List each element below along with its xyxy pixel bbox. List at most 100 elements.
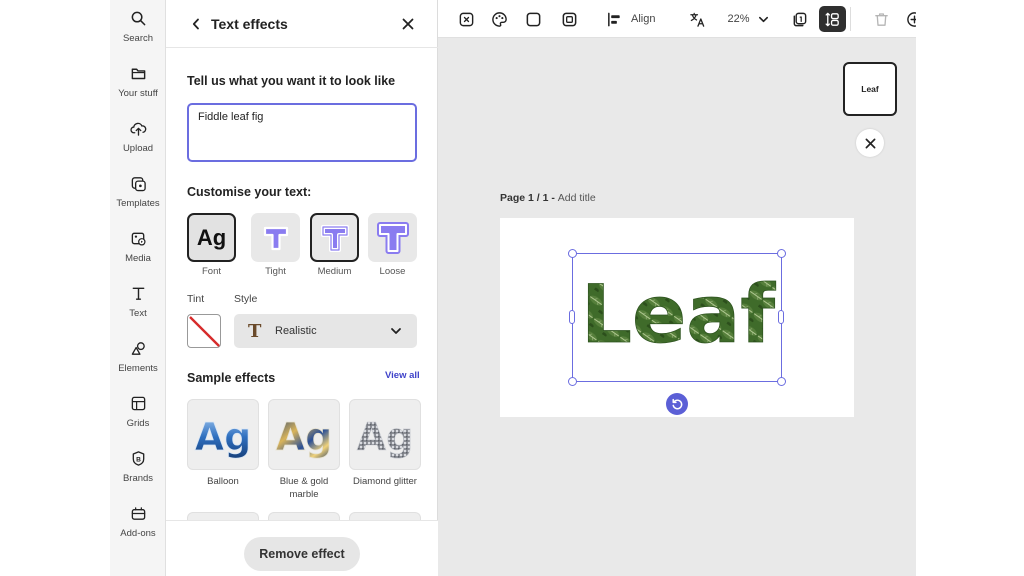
arrange-button[interactable] — [819, 6, 846, 32]
add-button[interactable] — [903, 6, 916, 32]
rail-item-your-stuff[interactable]: Your stuff — [110, 63, 166, 113]
style-selected-value: Realistic — [275, 325, 317, 337]
plus-circle-icon — [906, 11, 916, 27]
page-number: Page 1 / 1 - — [500, 192, 558, 204]
trash-icon — [874, 12, 888, 26]
upload-cloud-icon — [129, 122, 146, 136]
rail-label: Media — [125, 253, 151, 264]
prompt-input[interactable]: Fiddle leaf fig — [187, 103, 417, 162]
rail-label: Add-ons — [120, 528, 156, 539]
font-option-button[interactable]: Ag — [187, 213, 236, 262]
medium-option-label: Medium — [317, 266, 352, 277]
layers-icon — [793, 12, 806, 26]
svg-text:B: B — [136, 456, 141, 463]
app-window: Search Your stuff Upload Templates Media… — [110, 0, 916, 576]
rail-item-media[interactable]: Media — [110, 228, 166, 278]
rail-label: Upload — [122, 143, 154, 154]
marble-effect-preview: Ag — [275, 414, 332, 459]
style-dropdown[interactable]: T Realistic — [234, 314, 417, 348]
resize-handle-top-left[interactable] — [568, 249, 577, 258]
view-all-link[interactable]: View all — [385, 370, 420, 381]
resize-handle-left[interactable] — [569, 310, 575, 324]
resize-handle-bottom-left[interactable] — [568, 377, 577, 386]
translate-icon — [689, 12, 704, 27]
sample-label-blue-gold-marble: Blue & gold marble — [279, 476, 329, 500]
rotate-button[interactable] — [666, 393, 688, 415]
rail-item-templates[interactable]: Templates — [110, 173, 166, 223]
chevron-down-icon — [758, 16, 768, 22]
sample-balloon[interactable]: Ag — [187, 399, 259, 470]
remove-effect-button[interactable]: Remove effect — [244, 537, 360, 571]
close-icon — [402, 18, 414, 30]
rotate-icon — [671, 398, 682, 409]
page-thumbnail[interactable]: Leaf — [843, 62, 897, 116]
realistic-style-icon: T — [248, 321, 262, 342]
layers-button[interactable] — [788, 6, 810, 32]
rail-item-search[interactable]: Search — [110, 8, 166, 58]
sample-text: Ag — [195, 415, 252, 459]
sample-blue-gold-marble[interactable]: Ag — [268, 399, 340, 470]
tight-option-button[interactable] — [251, 213, 300, 262]
glitter-effect-preview: Ag — [356, 414, 413, 459]
templates-icon — [131, 177, 146, 192]
balloon-effect-preview: Ag — [194, 414, 252, 459]
crop-button[interactable] — [455, 6, 477, 32]
align-left-icon — [608, 12, 620, 26]
text-effects-panel: Text effects Tell us what you want it to… — [166, 0, 438, 576]
resize-handle-right[interactable] — [778, 310, 784, 324]
tight-option-label: Tight — [265, 266, 286, 277]
resize-handle-bottom-right[interactable] — [777, 377, 786, 386]
panel-title: Text effects — [211, 16, 288, 32]
medium-option-button[interactable] — [310, 213, 359, 262]
border-icon — [562, 12, 576, 26]
sample-label-diamond-glitter: Diamond glitter — [353, 476, 417, 487]
style-label: Style — [234, 293, 258, 305]
top-toolbar: Align 22% — [438, 0, 916, 38]
tint-swatch[interactable] — [187, 314, 221, 348]
sample-diamond-glitter[interactable]: Ag — [349, 399, 421, 470]
no-color-icon — [189, 316, 220, 347]
delete-button[interactable] — [870, 6, 892, 32]
brands-icon: B — [132, 451, 144, 466]
close-thumbnail-button[interactable] — [856, 129, 884, 157]
align-button[interactable]: Align — [606, 6, 668, 32]
left-rail: Search Your stuff Upload Templates Media… — [110, 0, 166, 576]
rail-label: Grids — [126, 418, 150, 429]
crop-icon — [459, 12, 473, 26]
rail-item-upload[interactable]: Upload — [110, 118, 166, 168]
border-button[interactable] — [558, 6, 580, 32]
tight-t-icon — [263, 226, 288, 250]
zoom-dropdown[interactable]: 22% — [722, 6, 774, 32]
loose-option-button[interactable] — [368, 213, 417, 262]
back-button[interactable] — [186, 14, 206, 34]
zoom-value: 22% — [727, 13, 750, 25]
panel-header: Text effects — [166, 0, 438, 48]
font-option-label: Font — [201, 266, 221, 277]
sample-effects-label: Sample effects — [187, 371, 276, 385]
rail-item-grids[interactable]: Grids — [110, 393, 166, 443]
rail-item-elements[interactable]: Elements — [110, 338, 166, 388]
resize-handle-top-right[interactable] — [777, 249, 786, 258]
font-preview: Ag — [196, 224, 227, 250]
rail-item-text[interactable]: Text — [110, 283, 166, 333]
close-panel-button[interactable] — [398, 14, 418, 34]
color-palette-button[interactable] — [488, 6, 510, 32]
shape-button[interactable] — [522, 6, 544, 32]
add-ons-icon — [131, 507, 145, 520]
rail-item-brands[interactable]: B Brands — [110, 448, 166, 498]
thumbnail-text: Leaf — [861, 84, 879, 94]
medium-t-icon — [320, 224, 349, 252]
grids-icon — [131, 396, 145, 411]
tint-label: Tint — [187, 293, 205, 305]
sample-label-balloon: Balloon — [207, 476, 239, 487]
search-icon — [131, 11, 145, 26]
rail-item-add-ons[interactable]: Add-ons — [110, 503, 166, 553]
toolbar-divider — [850, 7, 851, 31]
square-outline-icon — [526, 12, 540, 26]
rail-label: Text — [129, 308, 147, 319]
translate-button[interactable] — [686, 6, 708, 32]
palette-icon — [491, 11, 507, 27]
page-label: Page 1 / 1 - Add title — [500, 192, 596, 204]
add-title-link[interactable]: Add title — [558, 192, 596, 204]
chevron-down-icon — [391, 328, 401, 334]
